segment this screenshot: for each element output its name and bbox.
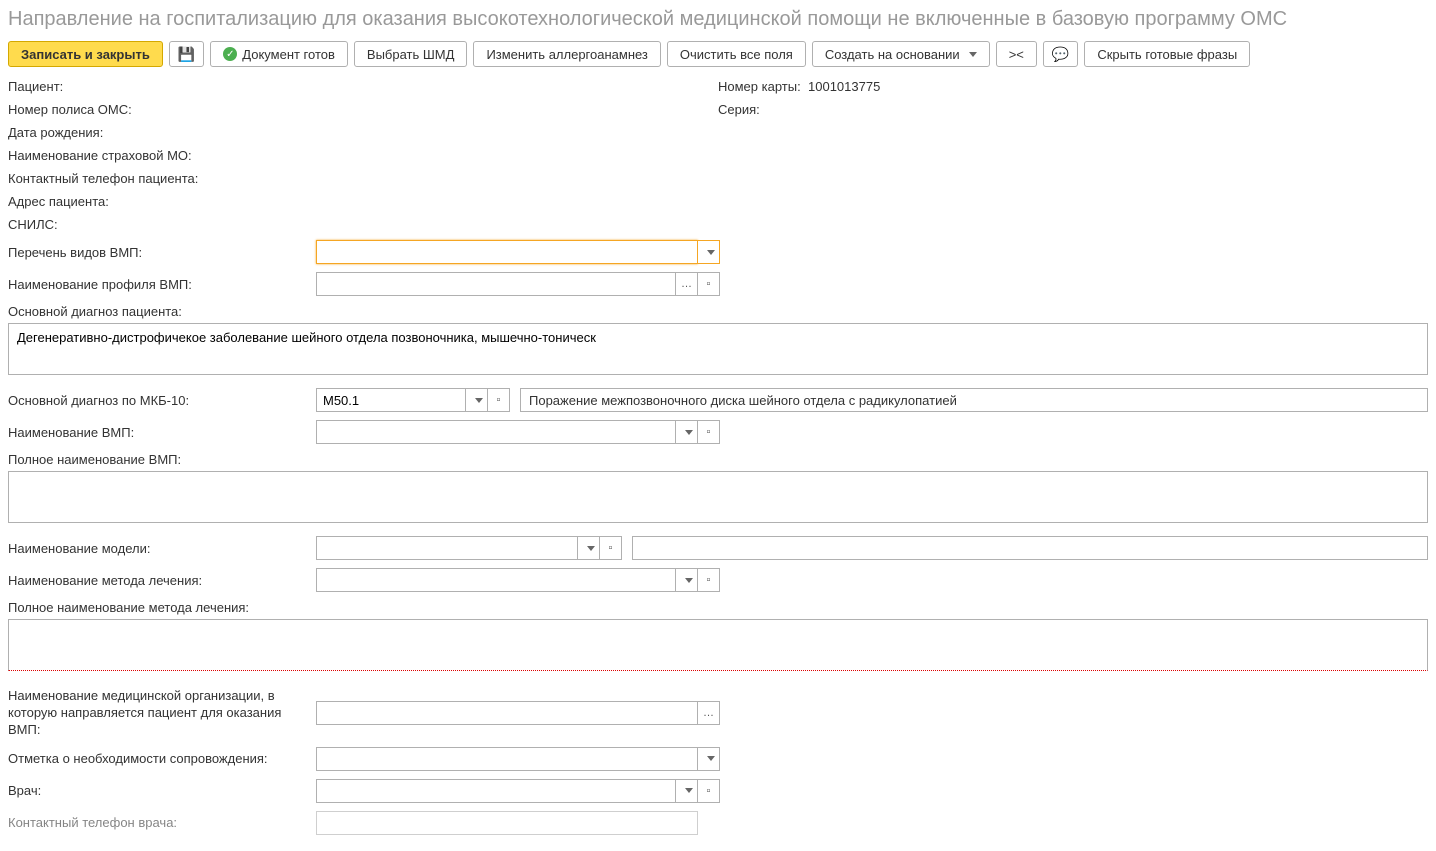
escort-label: Отметка о необходимости сопровождения: [8, 751, 316, 766]
vmp-name-dropdown-button[interactable] [676, 420, 698, 444]
treatment-method-open-button[interactable]: ▫ [698, 568, 720, 592]
chevron-down-icon [707, 250, 715, 255]
vmp-profile-more-button[interactable]: … [676, 272, 698, 296]
doctor-input[interactable] [316, 779, 676, 803]
select-shmd-button[interactable]: Выбрать ШМД [354, 41, 468, 67]
escort-input[interactable] [316, 747, 698, 771]
doctor-open-button[interactable]: ▫ [698, 779, 720, 803]
comment-icon: 💬 [1052, 46, 1069, 63]
hide-phrases-button[interactable]: Скрыть готовые фразы [1084, 41, 1250, 67]
create-based-button[interactable]: Создать на основании [812, 41, 990, 67]
compare-button[interactable]: >< [996, 41, 1037, 67]
vmp-profile-open-button[interactable]: ▫ [698, 272, 720, 296]
treatment-full-textarea[interactable] [8, 619, 1428, 671]
vmp-name-input[interactable] [316, 420, 676, 444]
page-title: Направление на госпитализацию для оказан… [8, 8, 1428, 31]
doc-ready-button[interactable]: ✓ Документ готов [210, 41, 348, 67]
org-label: Наименование медицинской организации, в … [8, 688, 316, 739]
save-icon: 💾 [178, 46, 195, 63]
doc-ready-label: Документ готов [242, 47, 335, 62]
model-name-label: Наименование модели: [8, 541, 316, 556]
main-diagnosis-textarea[interactable] [8, 323, 1428, 375]
vmp-types-input[interactable] [316, 240, 698, 264]
main-diagnosis-label: Основной диагноз пациента: [8, 304, 182, 319]
doctor-phone-label: Контактный телефон врача: [8, 815, 316, 830]
treatment-method-dropdown-button[interactable] [676, 568, 698, 592]
doctor-label: Врач: [8, 783, 316, 798]
vmp-name-label: Наименование ВМП: [8, 425, 316, 440]
toolbar: Записать и закрыть 💾 ✓ Документ готов Вы… [8, 41, 1428, 67]
oms-policy-label: Номер полиса ОМС: [8, 102, 188, 117]
chevron-down-icon [707, 756, 715, 761]
save-close-button[interactable]: Записать и закрыть [8, 41, 163, 67]
series-label: Серия: [718, 102, 808, 117]
org-more-button[interactable]: … [698, 701, 720, 725]
vmp-types-label: Перечень видов ВМП: [8, 245, 316, 260]
doctor-dropdown-button[interactable] [676, 779, 698, 803]
model-extra-input[interactable] [632, 536, 1428, 560]
check-icon: ✓ [223, 47, 237, 61]
comment-button[interactable]: 💬 [1043, 41, 1078, 67]
chevron-down-icon [685, 430, 693, 435]
vmp-profile-input[interactable] [316, 272, 676, 296]
escort-dropdown-button[interactable] [698, 747, 720, 771]
chevron-down-icon [587, 546, 595, 551]
chevron-down-icon [475, 398, 483, 403]
vmp-name-open-button[interactable]: ▫ [698, 420, 720, 444]
mkb10-description: Поражение межпозвоночного диска шейного … [520, 388, 1428, 412]
treatment-method-label: Наименование метода лечения: [8, 573, 316, 588]
vmp-profile-label: Наименование профиля ВМП: [8, 277, 316, 292]
insurance-mo-label: Наименование страховой МО: [8, 148, 192, 163]
chevron-down-icon [969, 52, 977, 57]
contact-phone-label: Контактный телефон пациента: [8, 171, 198, 186]
model-name-dropdown-button[interactable] [578, 536, 600, 560]
doctor-phone-input[interactable] [316, 811, 698, 835]
change-allergo-button[interactable]: Изменить аллергоанамнез [473, 41, 660, 67]
save-button[interactable]: 💾 [169, 41, 204, 67]
chevron-down-icon [685, 788, 693, 793]
chevron-down-icon [685, 578, 693, 583]
treatment-method-input[interactable] [316, 568, 676, 592]
mkb10-dropdown-button[interactable] [466, 388, 488, 412]
create-based-label: Создать на основании [825, 47, 960, 62]
mkb10-code-input[interactable] [316, 388, 466, 412]
card-number-label: Номер карты: [718, 79, 808, 94]
mkb10-label: Основной диагноз по МКБ-10: [8, 393, 316, 408]
card-number-value: 1001013775 [808, 79, 880, 94]
snils-label: СНИЛС: [8, 217, 188, 232]
address-label: Адрес пациента: [8, 194, 188, 209]
model-name-input[interactable] [316, 536, 578, 560]
vmp-full-name-textarea[interactable] [8, 471, 1428, 523]
mkb10-open-button[interactable]: ▫ [488, 388, 510, 412]
vmp-full-name-label: Полное наименование ВМП: [8, 452, 181, 467]
patient-label: Пациент: [8, 79, 188, 94]
vmp-types-dropdown-button[interactable] [698, 240, 720, 264]
org-input[interactable] [316, 701, 698, 725]
birth-date-label: Дата рождения: [8, 125, 188, 140]
clear-all-button[interactable]: Очистить все поля [667, 41, 806, 67]
model-name-open-button[interactable]: ▫ [600, 536, 622, 560]
treatment-full-label: Полное наименование метода лечения: [8, 600, 249, 615]
